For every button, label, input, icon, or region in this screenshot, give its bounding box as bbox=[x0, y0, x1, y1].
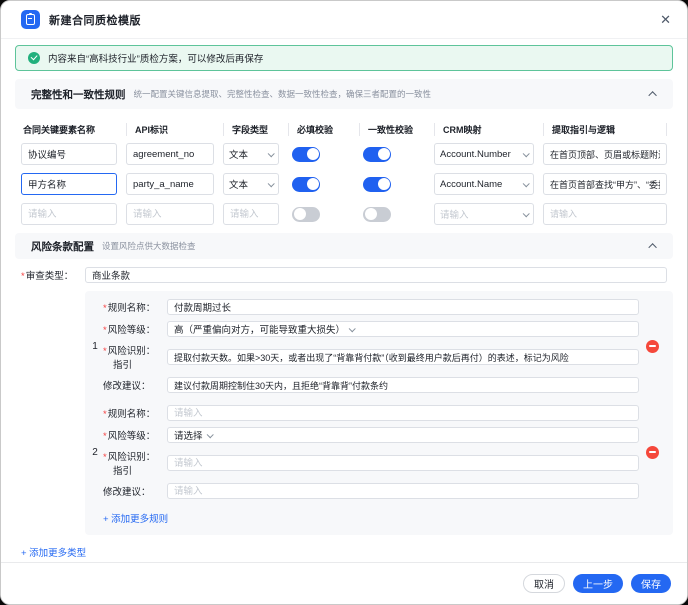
new-contract-qc-template-dialog: 新建合同质检模版 ✕ 内容来自“高科技行业”质检方案，可以修改后再保存 完整性和… bbox=[0, 0, 688, 605]
chevron-down-icon bbox=[523, 180, 530, 187]
api-id-input[interactable] bbox=[126, 143, 214, 165]
api-id-input[interactable] bbox=[126, 173, 214, 195]
dialog-header: 新建合同质检模版 ✕ bbox=[1, 1, 687, 39]
source-info-banner: 内容来自“高科技行业”质检方案，可以修改后再保存 bbox=[15, 45, 673, 71]
field-type-select[interactable]: 文本 bbox=[223, 143, 279, 165]
crm-mapping-select[interactable]: Account.Name bbox=[434, 173, 534, 195]
banner-message: 内容来自“高科技行业”质检方案，可以修改后再保存 bbox=[48, 51, 263, 65]
col-header-consistency: 一致性校验 bbox=[359, 123, 425, 136]
dialog-footer: 取消 上一步 保存 bbox=[1, 562, 687, 604]
required-toggle[interactable] bbox=[292, 147, 320, 162]
field-type-select[interactable]: 文本 bbox=[223, 173, 279, 195]
close-icon[interactable]: ✕ bbox=[660, 13, 671, 26]
consistency-toggle[interactable] bbox=[363, 147, 391, 162]
col-header-api: API标识 bbox=[126, 123, 214, 136]
prev-step-button[interactable]: 上一步 bbox=[573, 574, 623, 593]
extract-guide-input[interactable] bbox=[543, 143, 667, 165]
rule-name-input[interactable] bbox=[167, 299, 639, 315]
col-header-name: 合同关键要素名称 bbox=[21, 123, 117, 136]
suggestion-label: 修改建议： bbox=[103, 484, 167, 498]
col-header-type: 字段类型 bbox=[223, 123, 279, 136]
remove-rule-button[interactable] bbox=[646, 340, 659, 353]
consistency-toggle[interactable] bbox=[363, 177, 391, 192]
chevron-down-icon bbox=[268, 150, 275, 157]
dialog-body: 内容来自“高科技行业”质检方案，可以修改后再保存 完整性和一致性规则 统一配置关… bbox=[1, 39, 687, 562]
required-mark: * bbox=[21, 271, 25, 282]
chevron-down-icon bbox=[268, 180, 275, 187]
risk-level-select[interactable]: 高（严重偏向对方，可能导致重大损失） bbox=[167, 321, 639, 337]
success-check-icon bbox=[28, 52, 40, 64]
consistency-toggle[interactable] bbox=[363, 207, 391, 222]
crm-mapping-select[interactable]: 请输入 bbox=[434, 203, 534, 225]
key-elements-table: 合同关键要素名称 API标识 字段类型 必填校验 一致性校验 CRM映射 提取指… bbox=[15, 119, 673, 225]
element-name-input[interactable] bbox=[21, 173, 117, 195]
risk-section-header: 风险条款配置 设置风险点供大数据检查 bbox=[15, 233, 673, 259]
risk-guide-input[interactable] bbox=[167, 455, 639, 471]
rules-panel: 1 *规则名称： *风险等级： 高（严重偏向对方，可能导致重大损失） bbox=[85, 291, 673, 535]
extract-guide-input[interactable] bbox=[543, 173, 667, 195]
table-row: 文本 Account.Number bbox=[15, 143, 673, 165]
table-row: 请输入 bbox=[15, 203, 673, 225]
integrity-section-header: 完整性和一致性规则 统一配置关键信息提取、完整性检查、数据一致性检查，确保三者配… bbox=[15, 79, 673, 109]
save-button[interactable]: 保存 bbox=[631, 574, 671, 593]
integrity-section-title: 完整性和一致性规则 bbox=[31, 87, 126, 102]
collapse-chevron-icon[interactable] bbox=[648, 91, 656, 99]
template-icon bbox=[21, 10, 40, 29]
required-toggle[interactable] bbox=[292, 207, 320, 222]
rule-block: 2 *规则名称： *风险等级： 请选择 *风险识别：指引 bbox=[89, 405, 665, 499]
rule-index: 1 bbox=[89, 341, 101, 352]
risk-section-subtitle: 设置风险点供大数据检查 bbox=[102, 240, 196, 252]
table-row: 文本 Account.Name bbox=[15, 173, 673, 195]
review-type-row: *审查类型： bbox=[21, 267, 667, 283]
risk-guide-input[interactable] bbox=[167, 349, 639, 365]
chevron-down-icon bbox=[206, 431, 213, 438]
risk-guide-label: *风险识别：指引 bbox=[103, 343, 167, 371]
rule-name-label: *规则名称： bbox=[103, 300, 167, 314]
chevron-down-icon bbox=[523, 210, 530, 217]
collapse-chevron-icon[interactable] bbox=[648, 243, 656, 251]
required-toggle[interactable] bbox=[292, 177, 320, 192]
col-header-required: 必填校验 bbox=[288, 123, 350, 136]
suggestion-input[interactable] bbox=[167, 483, 639, 499]
crm-mapping-select[interactable]: Account.Number bbox=[434, 143, 534, 165]
suggestion-label: 修改建议： bbox=[103, 378, 167, 392]
add-type-link[interactable]: + 添加更多类型 bbox=[21, 545, 86, 559]
cancel-button[interactable]: 取消 bbox=[523, 574, 565, 593]
suggestion-input[interactable] bbox=[167, 377, 639, 393]
rule-block: 1 *规则名称： *风险等级： 高（严重偏向对方，可能导致重大损失） bbox=[89, 299, 665, 393]
review-type-label: *审查类型： bbox=[21, 268, 85, 282]
risk-section-title: 风险条款配置 bbox=[31, 239, 94, 254]
rule-name-label: *规则名称： bbox=[103, 406, 167, 420]
chevron-down-icon bbox=[523, 150, 530, 157]
review-type-input[interactable] bbox=[85, 267, 667, 283]
risk-level-label: *风险等级： bbox=[103, 428, 167, 442]
integrity-section-subtitle: 统一配置关键信息提取、完整性检查、数据一致性检查，确保三者配置的一致性 bbox=[134, 88, 432, 100]
rule-index: 2 bbox=[89, 447, 101, 458]
col-header-guide: 提取指引与逻辑 bbox=[543, 123, 667, 136]
risk-level-label: *风险等级： bbox=[103, 322, 167, 336]
rule-name-input[interactable] bbox=[167, 405, 639, 421]
add-rule-link[interactable]: + 添加更多规则 bbox=[103, 511, 168, 525]
api-id-input[interactable] bbox=[126, 203, 214, 225]
element-name-input[interactable] bbox=[21, 143, 117, 165]
table-header-row: 合同关键要素名称 API标识 字段类型 必填校验 一致性校验 CRM映射 提取指… bbox=[15, 119, 673, 139]
element-name-input[interactable] bbox=[21, 203, 117, 225]
risk-level-select[interactable]: 请选择 bbox=[167, 427, 639, 443]
dialog-title: 新建合同质检模版 bbox=[49, 12, 141, 28]
col-header-crm: CRM映射 bbox=[434, 123, 534, 136]
extract-guide-input[interactable] bbox=[543, 203, 667, 225]
risk-guide-label: *风险识别：指引 bbox=[103, 449, 167, 477]
chevron-down-icon bbox=[349, 325, 356, 332]
field-type-input[interactable] bbox=[223, 203, 279, 225]
remove-rule-button[interactable] bbox=[646, 446, 659, 459]
